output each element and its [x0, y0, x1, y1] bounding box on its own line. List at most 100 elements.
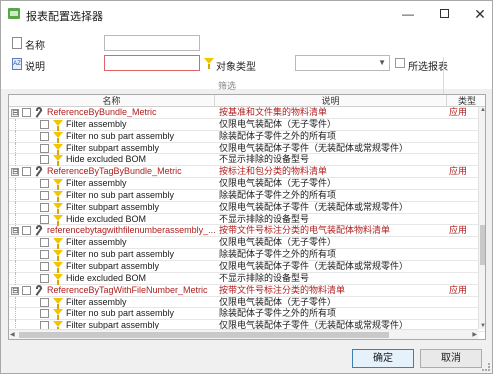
filter-row[interactable]: Filter no sub part assembly 除装配体子零件之外的所有项	[9, 308, 485, 321]
scroll-left-icon[interactable]: ◀	[10, 331, 15, 338]
wrench-icon	[34, 284, 44, 296]
funnel-icon	[53, 143, 63, 155]
collapse-toggle-icon[interactable]: ⊟	[11, 168, 19, 177]
vertical-scroll-thumb[interactable]	[480, 225, 485, 265]
cancel-button[interactable]: 取消	[420, 349, 482, 368]
funnel-icon	[53, 155, 63, 167]
filter-name: Filter no sub part assembly	[66, 130, 175, 141]
row-checkbox[interactable]	[22, 108, 31, 117]
row-checkbox[interactable]	[22, 285, 31, 295]
object-type-dropdown[interactable]: ▼	[295, 55, 390, 71]
row-checkbox[interactable]	[40, 273, 49, 283]
column-header-name[interactable]: 名称	[9, 95, 215, 107]
tree-line	[15, 260, 16, 273]
row-checkbox[interactable]	[22, 226, 31, 236]
report-name: ReferenceByTagWithFileNumber_Metric	[47, 284, 208, 295]
tree-line	[15, 178, 16, 191]
scroll-right-icon[interactable]: ▶	[472, 331, 477, 338]
row-checkbox[interactable]	[40, 297, 49, 307]
row-checkbox[interactable]	[40, 179, 49, 189]
window-title: 报表配置选择器	[26, 11, 103, 23]
row-checkbox[interactable]	[22, 167, 31, 177]
row-type: 应用	[449, 225, 468, 236]
funnel-icon	[53, 297, 63, 309]
ok-button[interactable]: 确定	[352, 349, 414, 368]
row-description: 仅限电气装配体子零件（无装配体或常规零件）	[219, 201, 409, 212]
row-description: 仅限电气装配体（无子零件）	[219, 237, 337, 248]
funnel-icon	[53, 261, 63, 273]
row-checkbox[interactable]	[40, 202, 49, 212]
funnel-icon	[53, 179, 63, 191]
row-checkbox[interactable]	[40, 261, 49, 271]
tree-line	[15, 296, 16, 309]
row-checkbox[interactable]	[40, 214, 49, 224]
filter-row[interactable]: Filter no sub part assembly 除装配体子零件之外的所有项	[9, 130, 485, 143]
row-checkbox[interactable]	[40, 119, 49, 129]
filter-name: Filter no sub part assembly	[66, 189, 175, 200]
filter-row[interactable]: Filter assembly 仅限电气装配体（无子零件）	[9, 118, 485, 131]
document-icon	[12, 37, 22, 49]
close-button[interactable]: ✕	[470, 4, 490, 24]
filter-row[interactable]: Filter no sub part assembly 除装配体子零件之外的所有项	[9, 249, 485, 262]
scroll-up-icon[interactable]: ▲	[480, 107, 485, 113]
report-row[interactable]: ⊟ ReferenceByBundle_Metric 按基准和文件集的物料清单 应用	[9, 107, 485, 119]
filter-name: Hide excluded BOM	[66, 213, 147, 224]
grid-header: 名称 说明 类型	[9, 95, 485, 107]
minimize-button[interactable]: —	[398, 4, 418, 24]
filter-row[interactable]: Hide excluded BOM 不显示排除的设备型号	[9, 154, 485, 167]
filter-name: Filter assembly	[66, 178, 127, 189]
scroll-down-icon[interactable]: ▼	[480, 323, 485, 329]
report-row[interactable]: ⊟ ReferenceByTagByBundle_Metric 按标注和包分类的物料…	[9, 166, 485, 179]
filter-row[interactable]: Filter assembly 仅限电气装配体（无子零件）	[9, 178, 485, 191]
row-checkbox[interactable]	[40, 250, 49, 260]
selected-reports-checkbox[interactable]	[395, 58, 405, 68]
description-field[interactable]	[104, 55, 200, 71]
tree-line	[15, 201, 16, 214]
row-checkbox[interactable]	[40, 143, 49, 153]
filter-row[interactable]: Filter assembly 仅限电气装配体（无子零件）	[9, 296, 485, 309]
name-field[interactable]	[104, 35, 200, 51]
collapse-toggle-icon[interactable]: ⊟	[11, 109, 19, 117]
row-description: 仅限电气装配体子零件（无装配体或常规零件）	[219, 260, 409, 271]
filter-row[interactable]: Hide excluded BOM 不显示排除的设备型号	[9, 213, 485, 226]
filter-row[interactable]: Hide excluded BOM 不显示排除的设备型号	[9, 272, 485, 285]
filter-row[interactable]: Filter subpart assembly 仅限电气装配体子零件（无装配体或常…	[9, 142, 485, 155]
filter-name: Filter assembly	[66, 296, 127, 307]
row-checkbox[interactable]	[40, 155, 49, 165]
row-description: 不显示排除的设备型号	[219, 213, 310, 224]
description-label: 说明	[25, 62, 45, 73]
report-name: ReferenceByTagByBundle_Metric	[47, 166, 182, 177]
maximize-button[interactable]	[434, 4, 454, 24]
filter-name: Filter assembly	[66, 118, 127, 129]
tree-line	[15, 142, 16, 155]
filter-row[interactable]: Filter subpart assembly 仅限电气装配体子零件（无装配体或常…	[9, 260, 485, 273]
funnel-icon	[53, 202, 63, 214]
filter-row[interactable]: Filter subpart assembly 仅限电气装配体子零件（无装配体或常…	[9, 201, 485, 214]
resize-grip-icon[interactable]	[482, 363, 490, 371]
funnel-icon	[53, 250, 63, 262]
row-description: 除装配体子零件之外的所有项	[219, 308, 337, 319]
tree-line	[15, 130, 16, 143]
row-checkbox[interactable]	[40, 309, 49, 319]
row-description: 仅限电气装配体（无子零件）	[219, 296, 337, 307]
tree-line	[15, 237, 16, 250]
row-checkbox[interactable]	[40, 238, 49, 248]
horizontal-scrollbar[interactable]: ◀ ▶	[9, 329, 478, 339]
funnel-icon	[204, 58, 214, 69]
filter-row[interactable]: Filter assembly 仅限电气装配体（无子零件）	[9, 237, 485, 250]
vertical-scrollbar[interactable]: ▲ ▼	[478, 107, 485, 329]
row-checkbox[interactable]	[40, 190, 49, 200]
wrench-icon	[34, 225, 44, 237]
collapse-toggle-icon[interactable]: ⊟	[11, 227, 19, 236]
report-row[interactable]: ⊟ ReferenceByTagWithFileNumber_Metric 按带文件…	[9, 284, 485, 297]
report-name: referencebytagwithfilenumberassembly_...	[47, 225, 216, 236]
row-description: 不显示排除的设备型号	[219, 154, 310, 165]
report-config-icon	[8, 8, 20, 19]
row-checkbox[interactable]	[40, 131, 49, 141]
horizontal-scroll-thumb[interactable]	[19, 332, 389, 338]
column-header-type[interactable]: 类型	[447, 95, 485, 107]
report-row[interactable]: ⊟ referencebytagwithfilenumberassembly_..…	[9, 225, 485, 238]
filter-row[interactable]: Filter no sub part assembly 除装配体子零件之外的所有项	[9, 189, 485, 202]
column-header-description[interactable]: 说明	[215, 95, 447, 107]
collapse-toggle-icon[interactable]: ⊟	[11, 286, 19, 295]
